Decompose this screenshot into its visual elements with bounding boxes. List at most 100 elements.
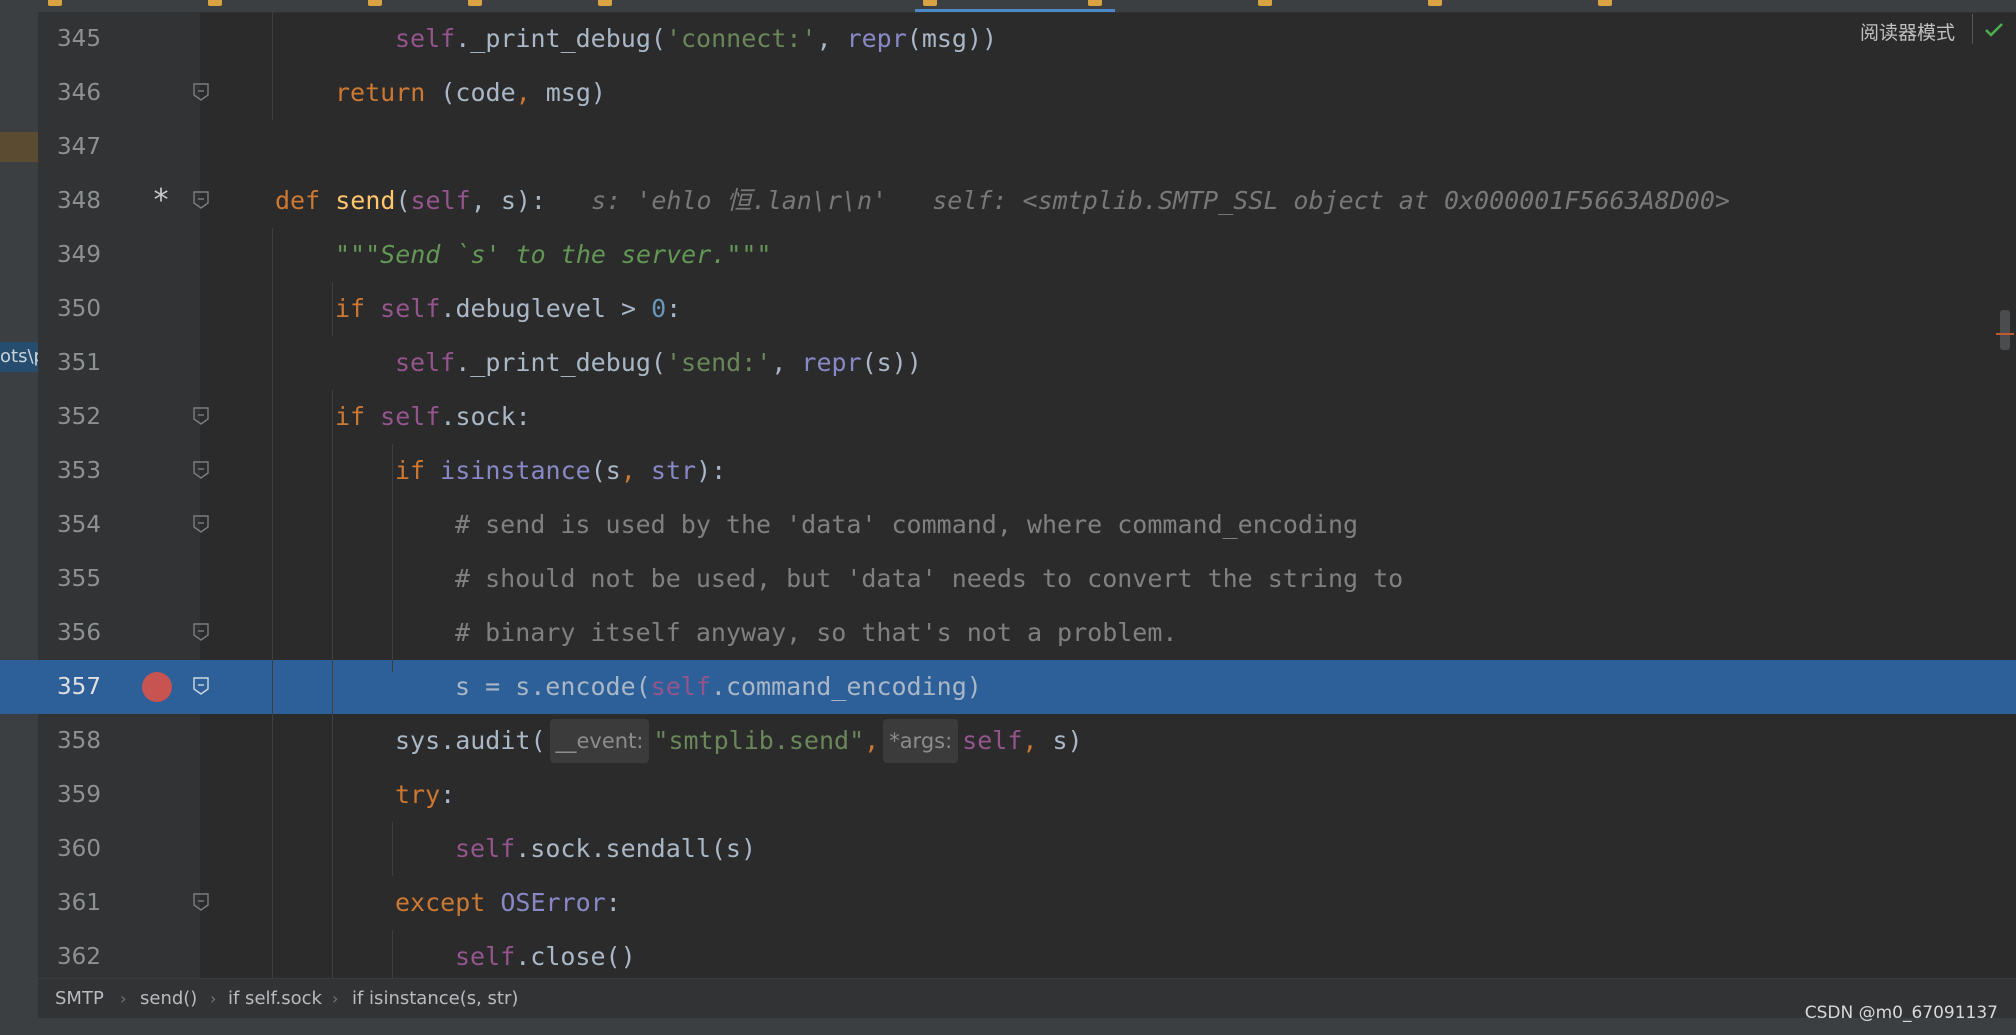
line-number[interactable]: 362 <box>38 930 120 984</box>
code-token: ): <box>696 456 727 485</box>
code-line[interactable]: 358 sys.audit(__event: "smtplib.send", *arg… <box>0 714 2016 768</box>
parameter-hint: __event: <box>549 719 650 763</box>
line-number[interactable]: 360 <box>38 822 120 876</box>
breakpoint-icon[interactable] <box>142 672 172 702</box>
code-token: if <box>335 294 366 323</box>
line-number[interactable]: 347 <box>38 120 120 174</box>
code-token: repr <box>801 348 862 377</box>
code-text[interactable]: if self.debuglevel > 0: <box>335 282 681 336</box>
code-line[interactable]: 362 self.close() <box>0 930 2016 984</box>
fold-toggle-icon[interactable] <box>192 892 210 912</box>
vertical-scrollbar[interactable] <box>2000 310 2010 350</box>
code-token: self <box>395 24 456 53</box>
code-line[interactable]: 355 # should not be used, but 'data' need… <box>0 552 2016 606</box>
line-number[interactable]: 348 <box>38 174 120 228</box>
fold-toggle-icon[interactable] <box>192 82 210 102</box>
chevron-right-icon: › <box>120 989 127 1008</box>
code-text[interactable]: # should not be used, but 'data' needs t… <box>455 552 1403 606</box>
code-text[interactable]: # send is used by the 'data' command, wh… <box>455 498 1358 552</box>
code-token: self <box>962 726 1023 755</box>
line-number[interactable]: 351 <box>38 336 120 390</box>
code-text[interactable]: try: <box>395 768 455 822</box>
code-text[interactable]: """Send `s' to the server.""" <box>335 228 772 282</box>
code-token: , <box>620 456 636 485</box>
code-line[interactable]: 354 # send is used by the 'data' command,… <box>0 498 2016 552</box>
indent-guide <box>332 390 333 978</box>
code-text[interactable]: except OSError: <box>395 876 621 930</box>
line-number[interactable]: 355 <box>38 552 120 606</box>
code-line[interactable]: 349 """Send `s' to the server.""" <box>0 228 2016 282</box>
code-token: : <box>440 780 456 809</box>
python-file-icon <box>1428 0 1442 6</box>
line-number[interactable]: 354 <box>38 498 120 552</box>
code-line[interactable]: 361 except OSError: <box>0 876 2016 930</box>
code-line[interactable]: 351 self._print_debug('send:', repr(s)) <box>0 336 2016 390</box>
code-token: self <box>455 834 516 863</box>
fold-toggle-icon[interactable] <box>192 676 210 696</box>
line-number[interactable]: 357 <box>38 660 120 714</box>
code-text[interactable]: sys.audit(__event: "smtplib.send", *args: s… <box>395 714 1083 768</box>
code-text[interactable]: if isinstance(s, str): <box>395 444 726 498</box>
code-token: 0 <box>651 294 667 323</box>
code-line[interactable]: 348 * def send(self, s): s: 'ehlo 恒.lan\r\… <box>0 174 2016 228</box>
code-text[interactable]: if self.sock: <box>335 390 531 444</box>
current-execution-line[interactable]: 357 s = s.encode(self.command_encoding) <box>0 660 2016 714</box>
line-number[interactable]: 345 <box>38 12 120 66</box>
code-line[interactable]: 353 if isinstance(s, str): <box>0 444 2016 498</box>
code-token: .sock.sendall(s) <box>515 834 757 863</box>
code-text[interactable]: self._print_debug('send:', repr(s)) <box>395 336 922 390</box>
code-token: if <box>335 402 366 431</box>
python-file-icon <box>468 0 482 6</box>
code-token: return <box>335 78 426 107</box>
status-bar <box>0 1018 2016 1035</box>
line-number[interactable]: 346 <box>38 66 120 120</box>
code-text[interactable]: self.sock.sendall(s) <box>455 822 756 876</box>
line-number[interactable]: 349 <box>38 228 120 282</box>
line-number[interactable]: 361 <box>38 876 120 930</box>
code-text[interactable]: def send(self, s): s: 'ehlo 恒.lan\r\n' s… <box>275 174 1730 228</box>
breadcrumb-item[interactable]: if isinstance(s, str) <box>352 979 518 1019</box>
fold-toggle-icon[interactable] <box>192 190 210 210</box>
scrollbar-marker[interactable] <box>1996 333 2014 335</box>
code-line[interactable]: 356 # binary itself anyway, so that's not… <box>0 606 2016 660</box>
python-file-icon <box>598 0 612 6</box>
code-line[interactable]: 346 return (code, msg) <box>0 66 2016 120</box>
line-number[interactable]: 359 <box>38 768 120 822</box>
code-token: send <box>335 186 396 215</box>
reader-mode-toggle[interactable]: 阅读器模式 <box>1860 18 1955 45</box>
code-line[interactable]: 360 self.sock.sendall(s) <box>0 822 2016 876</box>
code-line[interactable]: 352 if self.sock: <box>0 390 2016 444</box>
fold-toggle-icon[interactable] <box>192 622 210 642</box>
breadcrumb-item[interactable]: send() <box>140 979 197 1019</box>
line-number[interactable]: 353 <box>38 444 120 498</box>
code-token: , <box>816 24 847 53</box>
code-token: """Send `s' to the server.""" <box>335 240 772 269</box>
line-number[interactable]: 358 <box>38 714 120 768</box>
code-text[interactable]: return (code, msg) <box>335 66 606 120</box>
code-token: s = s.encode( <box>455 672 651 701</box>
code-line[interactable]: 359 try: <box>0 768 2016 822</box>
code-line[interactable]: 347 <box>0 120 2016 174</box>
fold-toggle-icon[interactable] <box>192 460 210 480</box>
code-line[interactable]: 350 if self.debuglevel > 0: <box>0 282 2016 336</box>
indent-guide <box>272 12 273 120</box>
indent-guide <box>392 822 393 876</box>
line-number[interactable]: 350 <box>38 282 120 336</box>
fold-toggle-icon[interactable] <box>192 514 210 534</box>
line-number[interactable]: 356 <box>38 606 120 660</box>
code-token: : <box>605 888 621 917</box>
breadcrumb-item[interactable]: if self.sock <box>228 979 322 1019</box>
code-line[interactable]: 345 self._print_debug('connect:', repr(ms… <box>0 12 2016 66</box>
code-text[interactable]: self._print_debug('connect:', repr(msg)) <box>395 12 997 66</box>
chevron-right-icon: › <box>332 989 339 1008</box>
code-token: self <box>380 402 441 431</box>
breadcrumb-item[interactable]: SMTP <box>55 979 104 1019</box>
code-text[interactable]: # binary itself anyway, so that's not a … <box>455 606 1177 660</box>
line-number[interactable]: 352 <box>38 390 120 444</box>
watermark: CSDN @m0_67091137 <box>1804 1003 1998 1023</box>
inspection-ok-icon[interactable] <box>1984 22 2004 38</box>
code-text[interactable]: self.close() <box>455 930 636 984</box>
code-text[interactable]: s = s.encode(self.command_encoding) <box>455 660 982 714</box>
fold-toggle-icon[interactable] <box>192 406 210 426</box>
